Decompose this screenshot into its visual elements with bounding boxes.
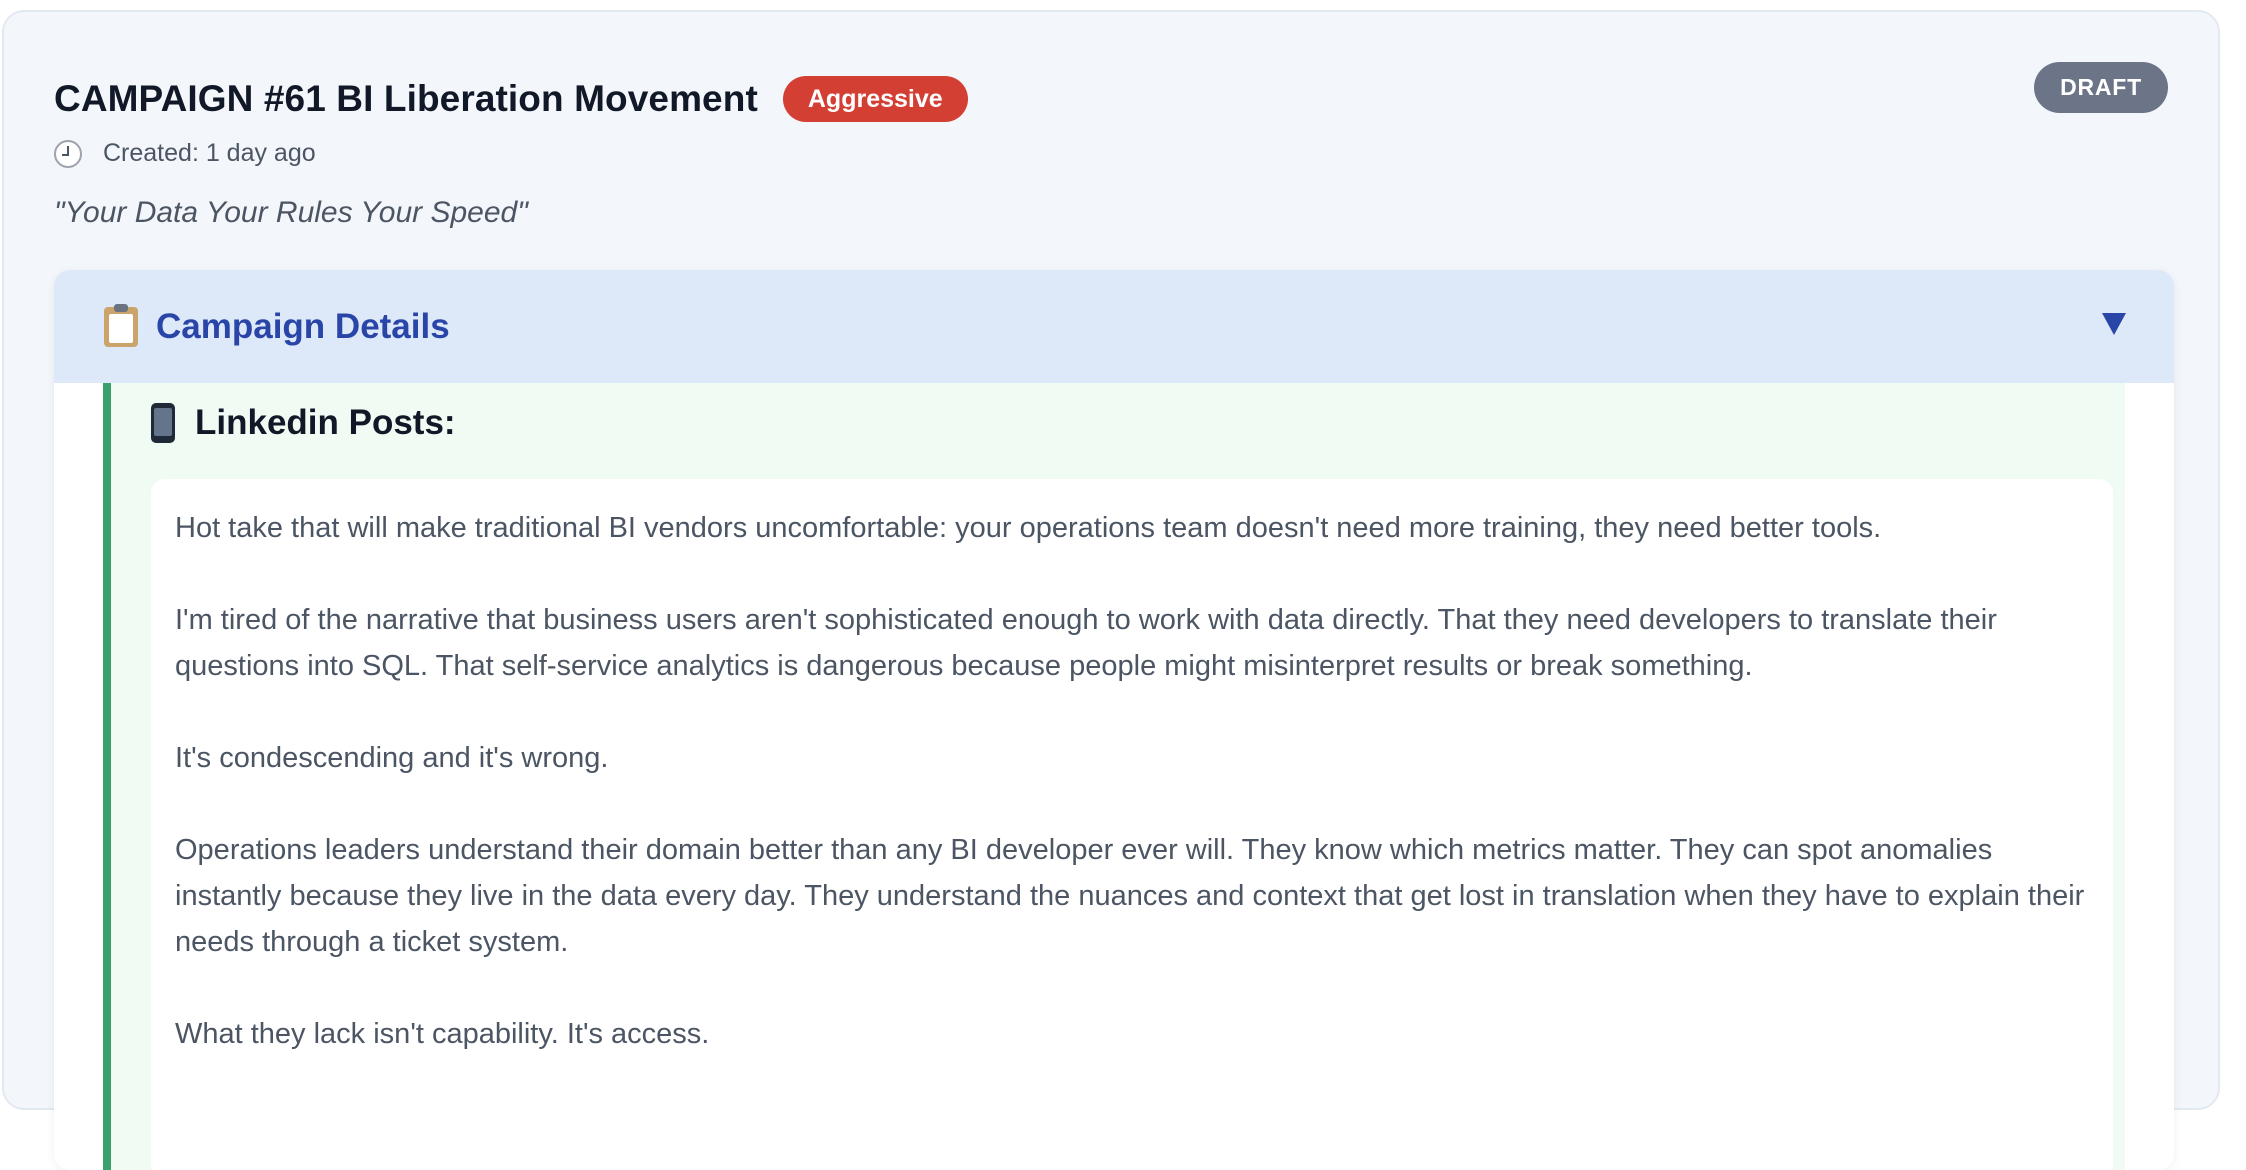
phone-icon <box>151 403 175 443</box>
campaign-slogan: "Your Data Your Rules Your Speed" <box>54 196 528 229</box>
campaign-details-title: Campaign Details <box>156 306 450 346</box>
campaign-card: CAMPAIGN #61 BI Liberation Movement Aggr… <box>2 10 2220 1170</box>
post-paragraph: Operations leaders understand their doma… <box>175 834 2085 958</box>
tone-badge: Aggressive <box>782 76 968 122</box>
chevron-down-icon[interactable] <box>2102 313 2126 335</box>
clock-icon <box>54 139 82 168</box>
post-paragraph: What they lack isn't capability. It's ac… <box>175 1018 710 1050</box>
post-paragraph: Hot take that will make traditional BI v… <box>175 512 1882 544</box>
linkedin-posts-title: Linkedin Posts: <box>195 403 456 442</box>
post-paragraph: It's condescending and it's wrong. <box>175 742 609 774</box>
campaign-details-panel: Campaign Details Linkedin Posts: Hot tak… <box>54 270 2174 1170</box>
linkedin-posts-header: Linkedin Posts: <box>151 403 456 443</box>
campaign-header: CAMPAIGN #61 BI Liberation Movement Aggr… <box>54 76 968 122</box>
linkedin-posts-section: Linkedin Posts: Hot take that will make … <box>103 383 2125 1170</box>
clipboard-icon <box>104 303 138 347</box>
linkedin-post-content: Hot take that will make traditional BI v… <box>151 479 2113 1170</box>
created-text: Created: 1 day ago <box>103 139 316 167</box>
campaign-details-toggle[interactable]: Campaign Details <box>54 270 2174 383</box>
post-paragraph: I'm tired of the narrative that business… <box>175 604 1997 682</box>
campaign-title: CAMPAIGN #61 BI Liberation Movement <box>54 78 758 119</box>
status-badge: DRAFT <box>2034 62 2168 113</box>
created-meta: Created: 1 day ago <box>54 139 316 168</box>
